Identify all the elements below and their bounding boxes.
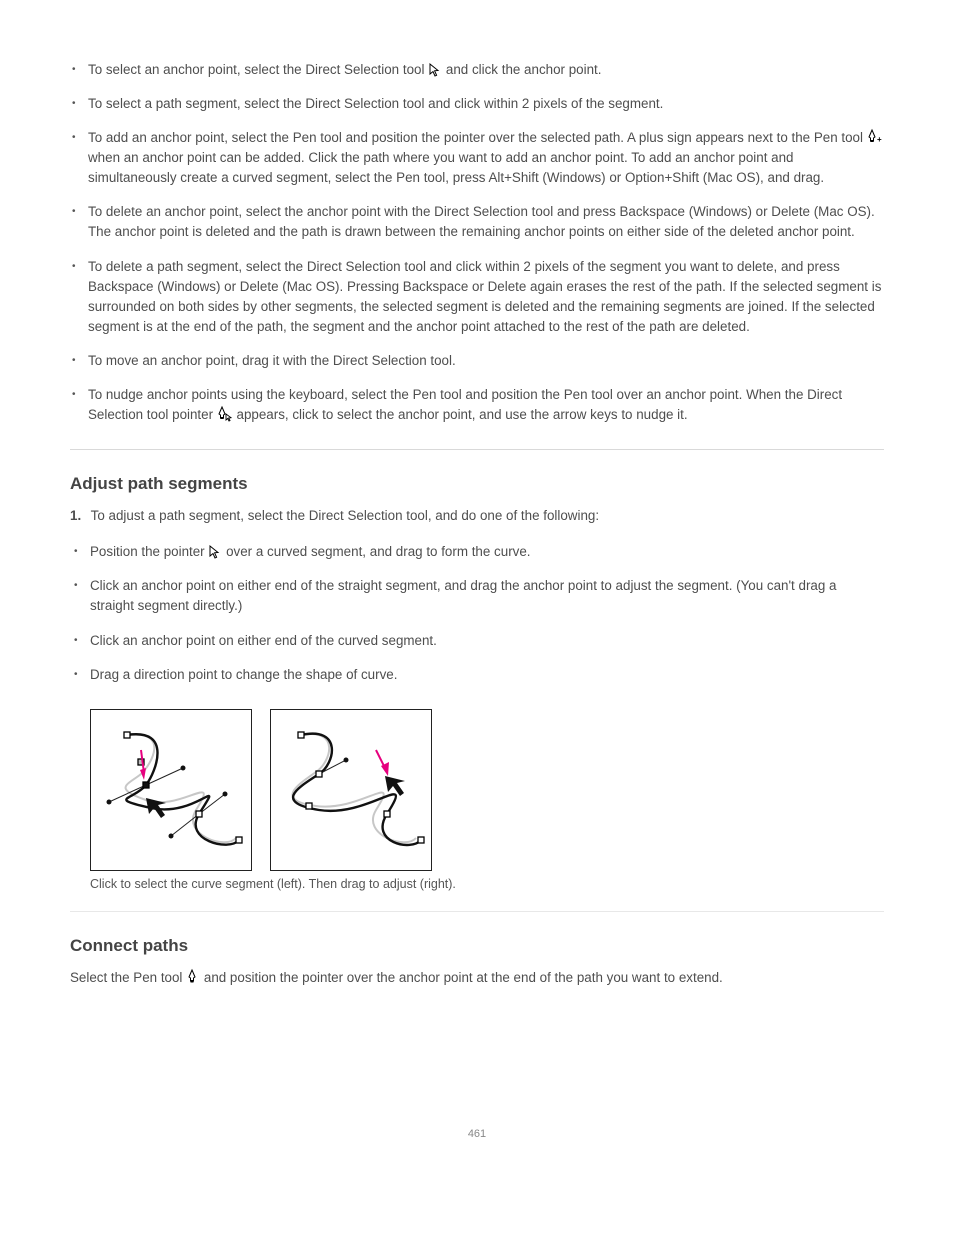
bullet-item: • To move an anchor point, drag it with … xyxy=(70,351,884,371)
bullet-item: • To delete a path segment, select the D… xyxy=(70,257,884,337)
section-heading-adjust: Adjust path segments xyxy=(70,474,884,494)
bullet-item: • To delete an anchor point, select the … xyxy=(70,202,884,242)
bullet-item: • To select a path segment, select the D… xyxy=(70,94,884,114)
bullet-dot: • xyxy=(70,257,88,277)
section-heading-connect: Connect paths xyxy=(70,936,884,956)
text-run: when an anchor point can be added. Click… xyxy=(88,150,824,185)
figure-left xyxy=(90,709,252,871)
bullet-dot: • xyxy=(70,202,88,222)
pen-direct-select-icon xyxy=(217,406,233,422)
bullet-dot: • xyxy=(70,60,88,80)
text-run: To add an anchor point, select the Pen t… xyxy=(88,130,867,145)
bullet-text: To move an anchor point, drag it with th… xyxy=(88,351,884,370)
bullet-item: • To select an anchor point, select the … xyxy=(70,60,884,80)
bullet-item: • Click an anchor point on either end of… xyxy=(72,576,884,616)
bullet-text: To nudge anchor points using the keyboar… xyxy=(88,385,884,425)
page-number: 461 xyxy=(70,1128,884,1140)
figure-right xyxy=(270,709,432,871)
bullet-dot: • xyxy=(70,351,88,371)
text-run: Select the Pen tool xyxy=(70,970,186,985)
paragraph: Select the Pen tool and position the poi… xyxy=(70,968,884,988)
bullet-text: Drag a direction point to change the sha… xyxy=(90,665,884,684)
bullet-text: To delete a path segment, select the Dir… xyxy=(88,257,884,337)
figure-caption: Click to select the curve segment (left)… xyxy=(90,877,884,891)
bullet-text: To add an anchor point, select the Pen t… xyxy=(88,128,884,188)
step-text: To adjust a path segment, select the Dir… xyxy=(91,508,599,523)
bullet-dot: • xyxy=(70,94,88,114)
direct-selection-pointer-icon xyxy=(208,545,222,559)
bullet-dot: • xyxy=(72,631,90,651)
bullet-item: • Click an anchor point on either end of… xyxy=(72,631,884,651)
step-intro: 1. To adjust a path segment, select the … xyxy=(70,506,884,526)
text-run: over a curved segment, and drag to form … xyxy=(226,544,530,559)
section-divider xyxy=(70,449,884,450)
bullet-dot: • xyxy=(72,542,90,562)
bullet-dot: • xyxy=(72,576,90,596)
text-run: and click the anchor point. xyxy=(446,62,602,77)
bullet-dot: • xyxy=(70,385,88,405)
pen-tool-plus-icon: + xyxy=(867,129,883,145)
figure-row xyxy=(90,709,884,871)
text-run: and position the pointer over the anchor… xyxy=(204,970,723,985)
step-number: 1. xyxy=(70,508,81,523)
bullet-item: • Drag a direction point to change the s… xyxy=(72,665,884,685)
direct-selection-pointer-icon xyxy=(428,63,442,77)
bullet-text: Click an anchor point on either end of t… xyxy=(90,631,884,650)
bullet-text: To select a path segment, select the Dir… xyxy=(88,94,884,113)
bullet-list-adjust: • Position the pointer over a curved seg… xyxy=(72,542,884,684)
bullet-text: To select an anchor point, select the Di… xyxy=(88,60,884,79)
text-run: Position the pointer xyxy=(90,544,208,559)
bullet-item: • Position the pointer over a curved seg… xyxy=(72,542,884,562)
bullet-dot: • xyxy=(72,665,90,685)
text-run: To select an anchor point, select the Di… xyxy=(88,62,428,77)
bullet-item: • To nudge anchor points using the keybo… xyxy=(70,385,884,425)
bullet-text: Click an anchor point on either end of t… xyxy=(90,576,884,616)
bullet-text: To delete an anchor point, select the an… xyxy=(88,202,884,242)
bullet-list-select-edit: • To select an anchor point, select the … xyxy=(70,60,884,425)
pen-tool-icon xyxy=(186,969,200,985)
bullet-text: Position the pointer over a curved segme… xyxy=(90,542,884,561)
bullet-item: • To add an anchor point, select the Pen… xyxy=(70,128,884,188)
svg-text:+: + xyxy=(877,135,882,144)
text-run: appears, click to select the anchor poin… xyxy=(237,407,688,422)
bullet-dot: • xyxy=(70,128,88,148)
section-divider xyxy=(70,911,884,912)
